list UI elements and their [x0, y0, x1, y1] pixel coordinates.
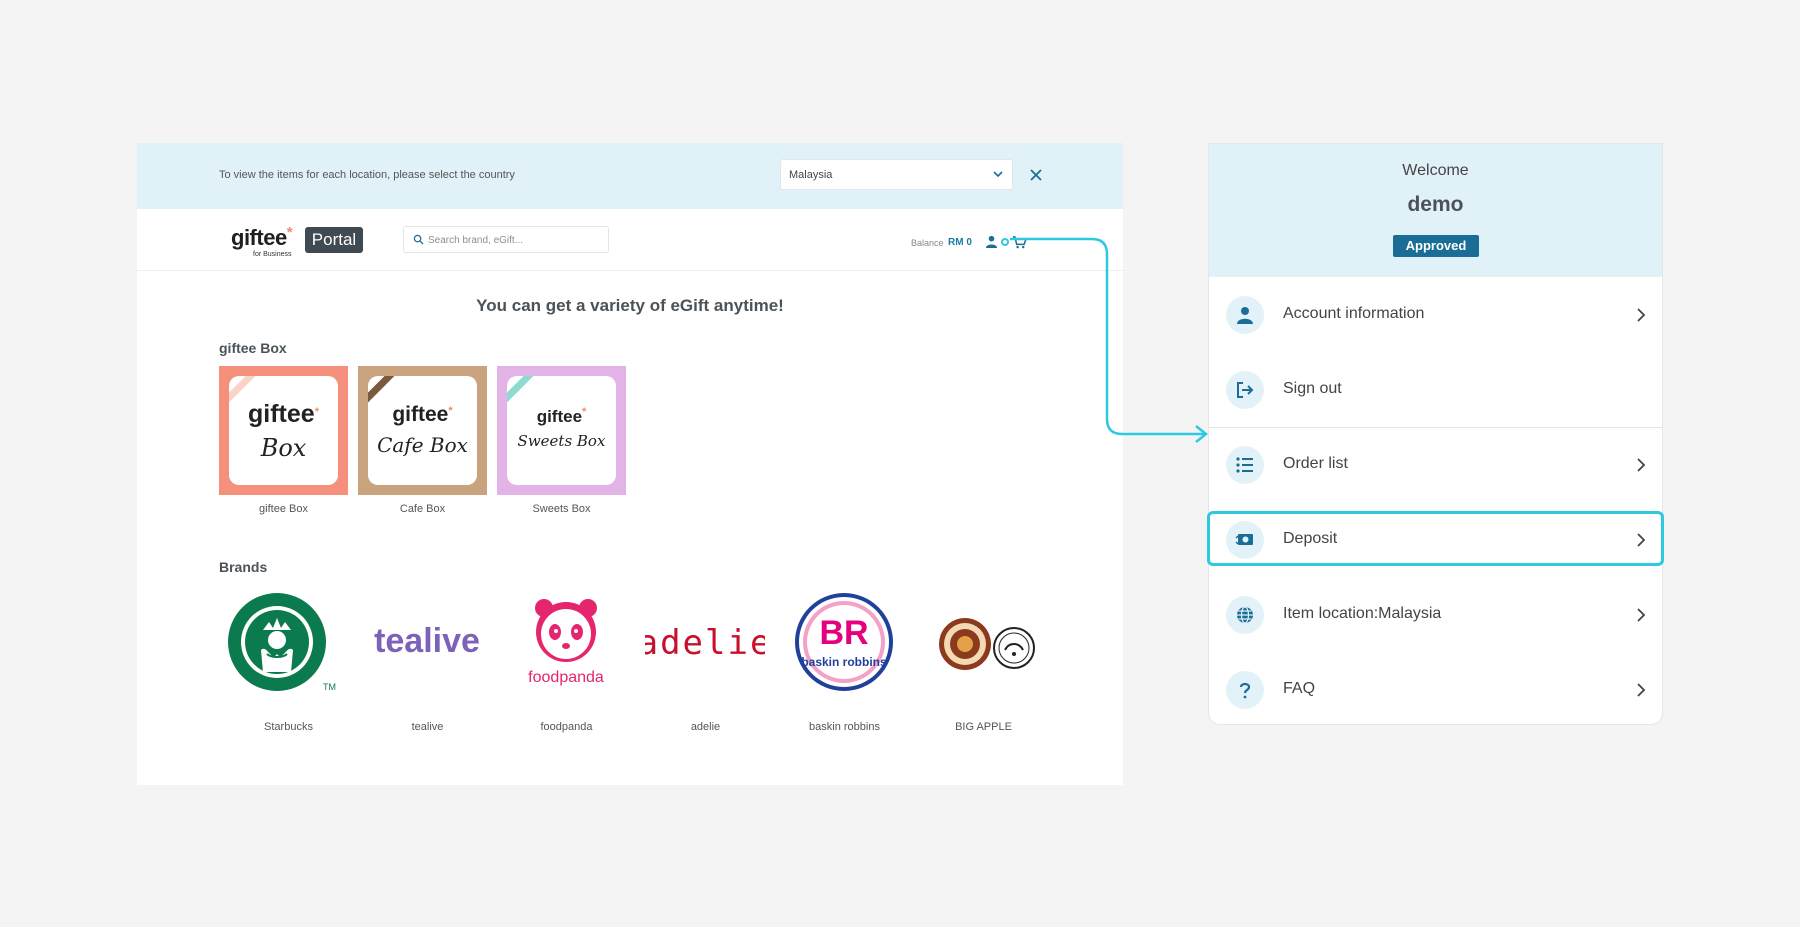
box-caption[interactable]: giftee Box [219, 503, 348, 515]
country-select-value: Malaysia [789, 169, 833, 181]
menu-item-item-location[interactable]: Item location:Malaysia [1209, 577, 1662, 652]
welcome-text: Welcome [1402, 162, 1469, 179]
tealive-logo-text: tealive [374, 622, 480, 660]
balance-value: RM 0 [948, 237, 972, 248]
account-menu: Welcome demo Approved Account informatio… [1208, 143, 1663, 725]
menu-item-label: FAQ [1283, 680, 1316, 697]
brand-caption-foodpanda[interactable]: foodpanda [497, 721, 636, 733]
adelie-logo[interactable]: adelie [645, 592, 765, 692]
box-card-inner: giftee* Cafe Box [368, 376, 477, 485]
box-ribbon [507, 376, 538, 404]
menu-item-sign-out[interactable]: Sign out [1209, 352, 1662, 427]
menu-item-faq[interactable]: FAQ [1209, 652, 1662, 727]
chevron-right-icon [1637, 683, 1646, 697]
country-selection-bar: To view the items for each location, ple… [137, 143, 1123, 209]
country-select[interactable]: Malaysia [780, 159, 1013, 190]
globe-icon [1237, 606, 1253, 624]
search-icon [413, 234, 424, 245]
menu-item-label: Order list [1283, 455, 1348, 472]
menu-item-label: Item location:Malaysia [1283, 605, 1442, 622]
cart-icon[interactable] [1012, 235, 1027, 249]
brand-caption-baskin-robbins[interactable]: baskin robbins [775, 721, 914, 733]
box-card-inner: giftee* Box [229, 376, 338, 485]
chevron-right-icon [1637, 608, 1646, 622]
box-logo-word: giftee* [392, 403, 453, 426]
box-card-inner: giftee* Sweets Box [507, 376, 616, 485]
menu-item-label: Sign out [1283, 380, 1342, 397]
box-ribbon [368, 376, 399, 404]
menu-item-order-list[interactable]: Order list [1209, 427, 1662, 502]
brand-caption-tealive[interactable]: tealive [358, 721, 497, 733]
giftee-box-card[interactable]: giftee* Box [219, 366, 348, 495]
box-script-title: Sweets Box [517, 432, 606, 450]
box-script-title: Cafe Box [377, 433, 468, 457]
question-icon [1239, 682, 1251, 699]
foodpanda-logo-text: foodpanda [528, 669, 604, 686]
portal-badge: Portal [305, 227, 363, 253]
menu-item-account-information[interactable]: Account information [1209, 277, 1662, 352]
balance-label: Balance [911, 238, 944, 248]
giftee-portal-logo[interactable]: giftee* for Business Portal [231, 224, 371, 259]
username: demo [1407, 193, 1464, 216]
person-icon [1237, 307, 1253, 324]
box-caption[interactable]: Sweets Box [497, 503, 626, 515]
chevron-right-icon [1637, 308, 1646, 322]
search-box[interactable] [403, 226, 609, 253]
account-menu-header: Welcome demo Approved [1209, 144, 1662, 277]
brands-section-title: Brands [219, 559, 268, 575]
menu-icon-circle [1226, 446, 1264, 484]
brand-caption-starbucks[interactable]: Starbucks [219, 721, 358, 733]
box-caption[interactable]: Cafe Box [358, 503, 487, 515]
menu-item-label: Account information [1283, 305, 1425, 322]
sweets-box-card[interactable]: giftee* Sweets Box [497, 366, 626, 495]
adelie-logo-text: adelie [645, 623, 765, 663]
portal-window: To view the items for each location, ple… [137, 143, 1123, 785]
chevron-right-icon [1637, 458, 1646, 472]
user-icon[interactable] [985, 235, 998, 248]
brand-caption-adelie[interactable]: adelie [636, 721, 775, 733]
box-script-title: Box [260, 434, 307, 462]
chevron-down-icon [993, 171, 1003, 178]
menu-icon-circle [1226, 671, 1264, 709]
search-input[interactable] [426, 231, 605, 250]
click-indicator-dot [1001, 238, 1009, 246]
close-icon[interactable] [1028, 167, 1044, 183]
big-apple-logo[interactable] [923, 592, 1043, 692]
site-header: giftee* for Business Portal Balance RM 0 [137, 209, 1123, 271]
page-headline: You can get a variety of eGift anytime! [476, 296, 784, 315]
brand-caption-big-apple[interactable]: BIG APPLE [914, 721, 1053, 733]
menu-icon-circle [1226, 371, 1264, 409]
menu-icon-circle [1226, 296, 1264, 334]
baskin-robbins-logo-text: BR [819, 614, 868, 652]
giftee-box-section-title: giftee Box [219, 340, 287, 356]
sign-out-icon [1237, 382, 1254, 398]
status-badge: Approved [1393, 235, 1479, 257]
foodpanda-logo[interactable]: foodpanda [506, 592, 626, 692]
menu-icon-circle [1226, 596, 1264, 634]
baskin-robbins-logo-sub: baskin robbins [801, 655, 887, 669]
logo-subtitle: for Business [253, 251, 292, 258]
tealive-logo[interactable]: tealive [367, 592, 487, 692]
logo-wordmark: giftee* [231, 224, 293, 250]
starbucks-logo[interactable]: TM [227, 592, 347, 692]
box-logo-word: giftee* [248, 400, 319, 428]
list-icon [1236, 457, 1253, 473]
box-logo-word: giftee* [536, 406, 587, 426]
cafe-box-card[interactable]: giftee* Cafe Box [358, 366, 487, 495]
svg-text:TM: TM [323, 682, 336, 692]
country-selection-message: To view the items for each location, ple… [219, 169, 515, 181]
deposit-highlight-frame [1207, 511, 1664, 566]
baskin-robbins-logo[interactable]: BR baskin robbins [784, 592, 904, 692]
